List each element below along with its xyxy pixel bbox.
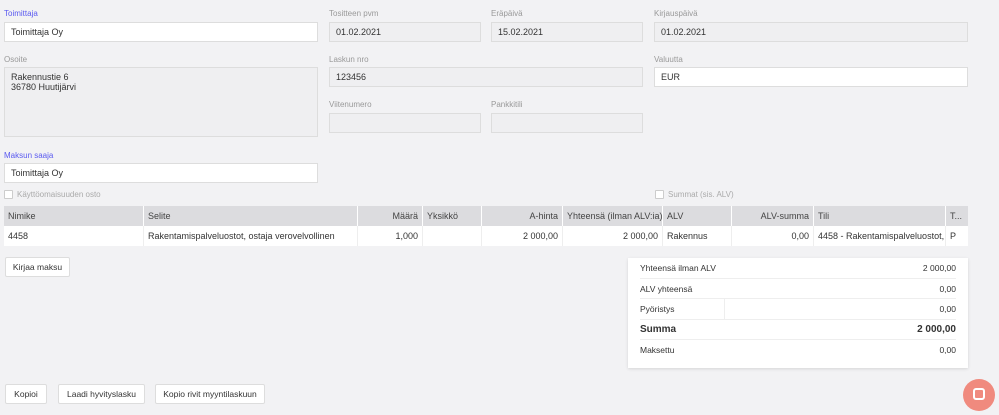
chat-button[interactable]	[963, 379, 995, 411]
invoice-lines-table: Nimike Selite Määrä Yksikkö A-hinta Yhte…	[4, 206, 968, 246]
totals-label: Summa	[640, 323, 677, 335]
payee-input[interactable]: Toimittaja Oy	[4, 163, 318, 183]
header-cell[interactable]: Nimike	[4, 206, 144, 226]
voucher-date-input[interactable]: 01.02.2021	[329, 22, 481, 42]
sums-incl-vat-checkbox[interactable]: Summat (sis. ALV)	[655, 190, 734, 199]
bank-account-label: Pankkitili	[491, 100, 523, 109]
posting-date-label: Kirjauspäivä	[654, 9, 698, 18]
record-payment-button[interactable]: Kirjaa maksu	[5, 257, 70, 277]
currency-label: Valuutta	[654, 55, 683, 64]
header-cell[interactable]: ALV-summa	[732, 206, 814, 226]
header-cell[interactable]: Yksikkö	[423, 206, 482, 226]
header-cell[interactable]: A-hinta	[482, 206, 563, 226]
copy-button[interactable]: Kopioi	[5, 384, 47, 404]
header-cell[interactable]: ALV	[663, 206, 732, 226]
totals-value: 0,00	[939, 345, 956, 355]
supplier-input[interactable]: Toimittaja Oy	[4, 22, 318, 42]
fixed-asset-checkbox[interactable]: Käyttöomaisuuden osto	[4, 190, 101, 199]
payee-label: Maksun saaja	[4, 151, 54, 160]
header-cell[interactable]: Yhteensä (ilman ALV:ia)	[563, 206, 663, 226]
totals-label: Yhteensä ilman ALV	[640, 263, 716, 273]
header-cell[interactable]: Määrä	[358, 206, 423, 226]
totals-panel: Yhteensä ilman ALV 2 000,00 ALV yhteensä 0…	[628, 258, 968, 368]
address-label: Osoite	[4, 55, 28, 64]
cell-vat-sum[interactable]: 0,00	[732, 226, 814, 246]
totals-value: 0,00	[939, 283, 956, 294]
header-cell[interactable]: Tili	[814, 206, 946, 226]
rounding-input[interactable]: 0,00	[724, 299, 956, 319]
currency-input[interactable]: EUR	[654, 67, 968, 87]
voucher-date-label: Tositteen pvm	[329, 9, 379, 18]
cell-unit-price[interactable]: 2 000,00	[482, 226, 563, 246]
header-cell[interactable]: Selite	[144, 206, 358, 226]
due-date-label: Eräpäivä	[491, 9, 523, 18]
cell-account[interactable]: 4458 - Rakentamispalveluostot, ostaja	[814, 226, 946, 246]
totals-label: Maksettu	[640, 345, 675, 355]
address-line1: Rakennustie 6	[11, 72, 69, 82]
credit-note-button[interactable]: Laadi hyvityslasku	[58, 384, 145, 404]
address-line2: 36780 Huutijärvi	[11, 82, 77, 92]
table-row[interactable]: 4458 Rakentamispalveluostot, ostaja vero…	[4, 226, 968, 246]
totals-row: Summa 2 000,00	[640, 320, 956, 340]
supplier-label: Toimittaja	[4, 9, 38, 18]
totals-row: Maksettu 0,00	[640, 340, 956, 361]
address-textarea[interactable]: Rakennustie 6 36780 Huutijärvi	[4, 67, 318, 137]
invoice-no-input[interactable]: 123456	[329, 67, 643, 87]
totals-label: ALV yhteensä	[640, 283, 693, 294]
checkbox-icon	[655, 190, 664, 199]
header-cell[interactable]: T...	[946, 206, 968, 226]
rounding-row[interactable]: Pyöristys 0,00	[640, 299, 956, 320]
cell-total[interactable]: 2 000,00	[563, 226, 663, 246]
cell-item[interactable]: 4458	[4, 226, 144, 246]
table-header: Nimike Selite Määrä Yksikkö A-hinta Yhte…	[4, 206, 968, 226]
cell-description[interactable]: Rakentamispalveluostot, ostaja verovelvo…	[144, 226, 358, 246]
cell-vat[interactable]: Rakennus	[663, 226, 732, 246]
totals-row: ALV yhteensä 0,00	[640, 279, 956, 299]
reference-input[interactable]	[329, 113, 481, 133]
sums-incl-vat-label: Summat (sis. ALV)	[668, 190, 734, 199]
invoice-no-label: Laskun nro	[329, 55, 369, 64]
totals-value: 2 000,00	[922, 263, 956, 273]
due-date-input[interactable]: 15.02.2021	[491, 22, 643, 42]
reference-label: Viitenumero	[329, 100, 372, 109]
totals-value: 2 000,00	[917, 323, 956, 335]
copy-rows-button[interactable]: Kopio rivit myyntilaskuun	[155, 384, 265, 404]
cell-quantity[interactable]: 1,000	[358, 226, 423, 246]
cell-t[interactable]: P	[946, 226, 968, 246]
chat-icon	[973, 388, 985, 400]
checkbox-icon	[4, 190, 13, 199]
totals-row: Yhteensä ilman ALV 2 000,00	[640, 258, 956, 279]
bank-account-input[interactable]	[491, 113, 643, 133]
totals-label: Pyöristys	[640, 304, 675, 314]
posting-date-input[interactable]: 01.02.2021	[654, 22, 968, 42]
fixed-asset-label: Käyttöomaisuuden osto	[17, 190, 101, 199]
cell-unit[interactable]	[423, 226, 482, 246]
